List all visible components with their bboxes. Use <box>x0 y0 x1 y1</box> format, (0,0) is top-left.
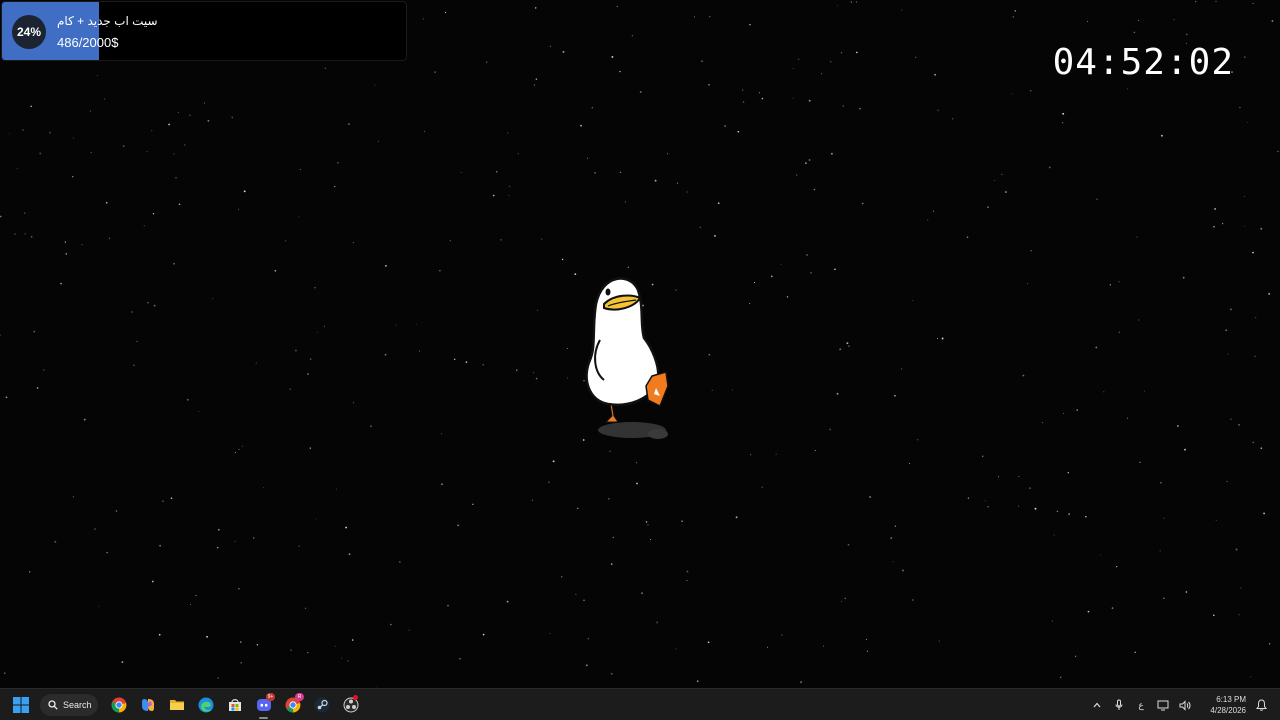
windows-logo-icon <box>13 697 29 713</box>
taskbar-app-steam[interactable] <box>307 690 336 720</box>
input-language-button[interactable]: ع <box>1130 690 1152 720</box>
taskbar-clock[interactable]: 6:13 PM 4/28/2026 <box>1202 694 1246 716</box>
clock-date: 4/28/2026 <box>1210 706 1246 715</box>
running-indicator <box>259 717 268 719</box>
volume-button[interactable] <box>1174 690 1196 720</box>
notifications-button[interactable] <box>1250 690 1272 720</box>
taskbar-app-discord[interactable]: 9+ <box>249 690 278 720</box>
taskbar-app-chrome[interactable] <box>104 690 133 720</box>
microphone-icon <box>1115 699 1123 710</box>
chrome-icon <box>111 697 126 713</box>
speaker-icon <box>1179 699 1191 711</box>
clock-time: 6:13 PM <box>1216 695 1246 704</box>
discord-notification-badge: 9+ <box>266 693 275 701</box>
network-button[interactable] <box>1152 690 1174 720</box>
taskbar-app-obs[interactable] <box>336 690 365 720</box>
taskbar: Search 9+ R ع 6:13 PM 4/28/2026 <box>0 688 1280 720</box>
microsoft-store-icon <box>228 699 241 711</box>
search-label: Search <box>63 700 92 710</box>
recording-indicator <box>353 695 358 700</box>
chevron-up-icon <box>1093 702 1101 708</box>
taskbar-search-button[interactable]: Search <box>40 694 98 716</box>
taskbar-app-edge[interactable] <box>191 690 220 720</box>
duck-character[interactable] <box>574 268 678 444</box>
taskbar-app-store[interactable] <box>220 690 249 720</box>
search-icon <box>48 700 58 710</box>
copilot-icon <box>141 699 154 711</box>
edge-icon <box>198 697 213 713</box>
donation-goal-widget: 24% سيت اب جديد + كام 486/2000$ <box>1 1 407 61</box>
bell-icon <box>1255 699 1267 711</box>
show-hidden-icons-button[interactable] <box>1086 690 1108 720</box>
taskbar-app-copilot[interactable] <box>133 690 162 720</box>
microphone-button[interactable] <box>1108 690 1130 720</box>
taskbar-app-file-explorer[interactable] <box>162 690 191 720</box>
profile-badge: R <box>295 693 304 701</box>
start-button[interactable] <box>8 690 34 720</box>
countdown-timer: 04:52:02 <box>1052 42 1234 83</box>
goal-title: سيت اب جديد + كام <box>57 14 158 28</box>
network-icon <box>1157 700 1169 710</box>
taskbar-app-chrome-profile[interactable]: R <box>278 690 307 720</box>
folder-icon <box>169 700 184 710</box>
goal-amount: 486/2000$ <box>57 35 119 50</box>
desktop: 24% سيت اب جديد + كام 486/2000$ 04:52:02 <box>0 0 1280 688</box>
steam-icon <box>314 697 329 713</box>
goal-percent-badge: 24% <box>12 15 46 49</box>
